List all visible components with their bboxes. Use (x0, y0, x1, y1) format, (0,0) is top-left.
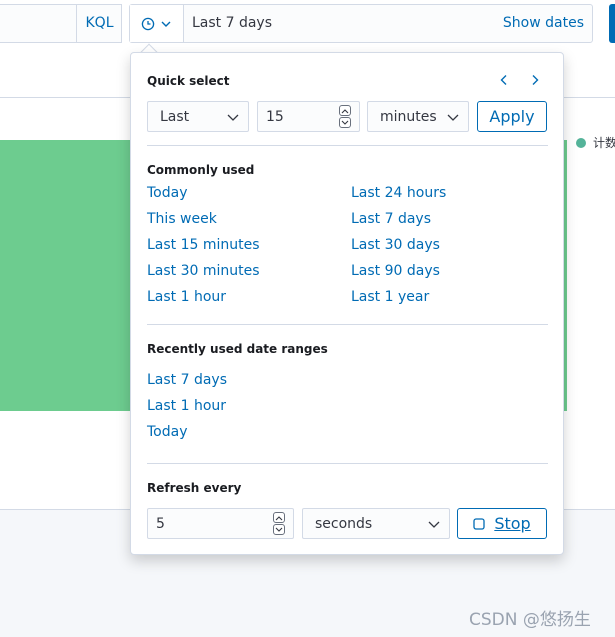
recent-range-item[interactable]: Today (147, 424, 188, 440)
apply-button[interactable]: Apply (477, 101, 547, 132)
increment-button[interactable] (273, 512, 285, 523)
direction-select[interactable]: Last (147, 101, 249, 132)
show-dates-link[interactable]: Show dates (503, 5, 584, 42)
arrow-left-icon (500, 75, 507, 85)
clock-icon (141, 17, 155, 30)
divider (147, 324, 548, 325)
divider (147, 463, 548, 464)
stop-label: Stop (494, 514, 531, 533)
common-range-last-30-minutes[interactable]: Last 30 minutes (147, 263, 260, 279)
decrement-button[interactable] (339, 117, 351, 128)
commonly-used-title: Commonly used (147, 163, 255, 177)
kql-language-button[interactable]: KQL (76, 4, 122, 43)
unit-select-value: minutes (380, 108, 437, 125)
refresh-interval-text: 5 (156, 515, 165, 532)
quick-value-text: 15 (266, 108, 284, 125)
current-range-text[interactable]: Last 7 days (192, 5, 272, 42)
next-range-button[interactable] (525, 70, 545, 90)
refresh-unit-select[interactable]: seconds (302, 508, 450, 539)
refresh-interval-input[interactable]: 5 (147, 508, 294, 539)
legend-dot (576, 138, 586, 148)
divider (147, 145, 548, 146)
unit-select[interactable]: minutes (367, 101, 469, 132)
stop-refresh-button[interactable]: Stop (457, 508, 547, 539)
previous-range-button[interactable] (494, 70, 514, 90)
quick-menu-button[interactable] (130, 5, 184, 42)
value-stepper[interactable] (339, 105, 353, 129)
chevron-down-icon (341, 120, 349, 125)
quick-select-popover: Quick select Last 15 minutes Apply Commo… (130, 52, 564, 555)
chevron-down-icon (275, 527, 283, 532)
common-range-last-7-days[interactable]: Last 7 days (351, 211, 431, 227)
refresh-every-title: Refresh every (147, 481, 242, 495)
stop-icon (473, 517, 485, 530)
interval-stepper[interactable] (273, 512, 287, 536)
recently-used-title: Recently used date ranges (147, 342, 328, 356)
common-range-today[interactable]: Today (147, 185, 188, 201)
arrow-right-icon (532, 75, 539, 85)
common-range-last-1-year[interactable]: Last 1 year (351, 289, 429, 305)
legend-label[interactable]: 计数 (593, 134, 615, 151)
recent-range-item[interactable]: Last 1 hour (147, 398, 226, 414)
chevron-down-icon (227, 114, 239, 121)
increment-button[interactable] (339, 105, 351, 116)
date-picker: Last 7 days Show dates (129, 4, 593, 43)
common-range-last-1-hour[interactable]: Last 1 hour (147, 289, 226, 305)
watermark: CSDN @悠扬生 (469, 610, 591, 630)
recent-range-item[interactable]: Last 7 days (147, 372, 227, 388)
common-range-last-30-days[interactable]: Last 30 days (351, 237, 440, 253)
chevron-up-icon (341, 108, 349, 113)
decrement-button[interactable] (273, 524, 285, 535)
chevron-down-icon (428, 521, 440, 528)
chevron-down-icon (161, 21, 171, 27)
chevron-up-icon (275, 515, 283, 520)
quick-select-title: Quick select (147, 74, 230, 88)
common-range-last-15-minutes[interactable]: Last 15 minutes (147, 237, 260, 253)
direction-select-value: Last (160, 108, 190, 125)
refresh-unit-value: seconds (315, 515, 373, 532)
refresh-button[interactable] (609, 4, 615, 43)
common-range-last-24-hours[interactable]: Last 24 hours (351, 185, 446, 201)
chevron-down-icon (447, 114, 459, 121)
common-range-this-week[interactable]: This week (147, 211, 217, 227)
common-range-last-90-days[interactable]: Last 90 days (351, 263, 440, 279)
quick-value-input[interactable]: 15 (257, 101, 360, 132)
